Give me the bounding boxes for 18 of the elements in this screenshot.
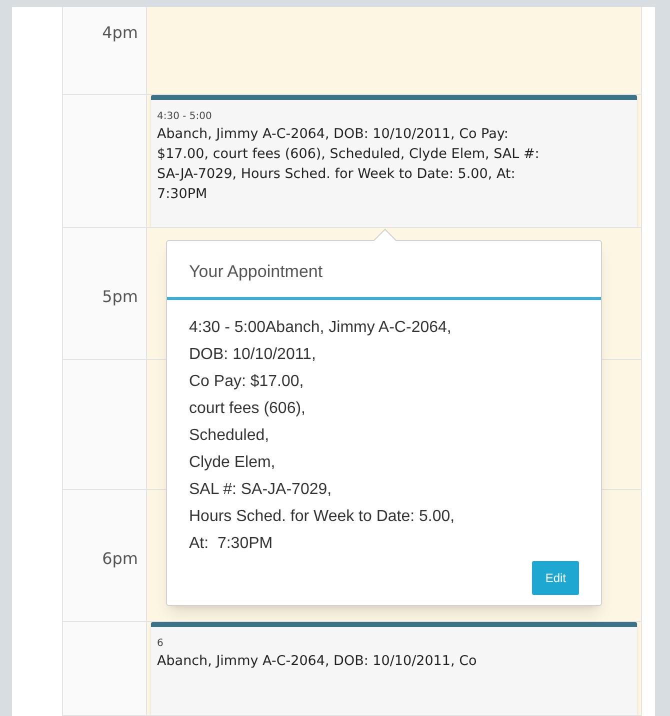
appointment-detail: SAL #: SA-JA-7029, xyxy=(189,480,333,500)
appointment-detail: Co Pay: $17.00, xyxy=(189,372,305,392)
time-label: 4pm xyxy=(102,22,138,44)
appointment-detail: Clyde Elem, xyxy=(189,453,276,473)
appointment-detail: At: 7:30PM xyxy=(189,534,274,554)
appointment-detail: Scheduled, xyxy=(189,426,270,446)
appointment-detail: DOB: 10/10/2011, xyxy=(189,345,317,365)
day-slot[interactable] xyxy=(147,7,641,94)
time-label: 6pm xyxy=(102,548,138,570)
event-time: 6 xyxy=(157,637,164,651)
event-text: Abanch, Jimmy A-C-2064, DOB: 10/10/2011, Co xyxy=(157,652,478,671)
appointment-detail: 4:30 - 5:00Abanch, Jimmy A-C-2064, xyxy=(189,318,452,338)
appointment-detail: court fees (606), xyxy=(189,399,306,419)
event-time: 4:30 - 5:00 xyxy=(157,110,213,124)
appointment-detail: Hours Sched. for Week to Date: 5.00, xyxy=(189,507,456,527)
popover-title: Your Appointment xyxy=(189,262,323,281)
event-text: Abanch, Jimmy A-C-2064, DOB: 10/10/2011, Co Pay: $17.00, court fees (606), Scheduled, Clyde Elem, SAL #: SA-JA-7029, Hours Sched. for Week to Date: 5.00, At: 7:30PM xyxy=(157,125,540,204)
time-label: 5pm xyxy=(102,286,138,308)
